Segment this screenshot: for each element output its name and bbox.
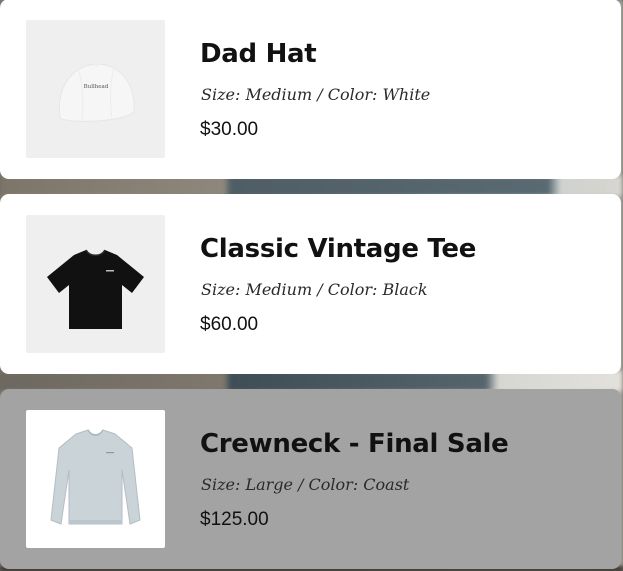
tee-image: [47, 249, 144, 329]
product-thumbnail[interactable]: [26, 410, 165, 548]
product-variant: Size: Medium / Color: White: [201, 85, 431, 104]
crewneck-image: [50, 429, 141, 525]
product-name[interactable]: Dad Hat: [200, 39, 317, 69]
product-price: $30.00: [200, 119, 259, 140]
product-variant: Size: Medium / Color: Black: [201, 280, 428, 299]
cart-item-classic-vintage-tee[interactable]: Classic Vintage Tee Size: Medium / Color…: [0, 194, 621, 374]
product-variant: Size: Large / Color: Coast: [201, 475, 410, 494]
cart-item-crewneck-final-sale[interactable]: Crewneck - Final Sale Size: Large / Colo…: [0, 389, 621, 569]
product-name[interactable]: Crewneck - Final Sale: [200, 429, 509, 459]
product-price: $60.00: [200, 314, 259, 335]
hat-logo-text: Bullhead: [84, 84, 109, 90]
product-price: $125.00: [200, 509, 269, 530]
product-thumbnail[interactable]: Bullhead: [26, 20, 165, 158]
cart-item-dad-hat[interactable]: Bullhead Dad Hat Size: Medium / Color: W…: [0, 0, 621, 179]
dad-hat-image: Bullhead: [58, 61, 135, 122]
product-name[interactable]: Classic Vintage Tee: [200, 234, 476, 264]
product-thumbnail[interactable]: [26, 215, 165, 353]
